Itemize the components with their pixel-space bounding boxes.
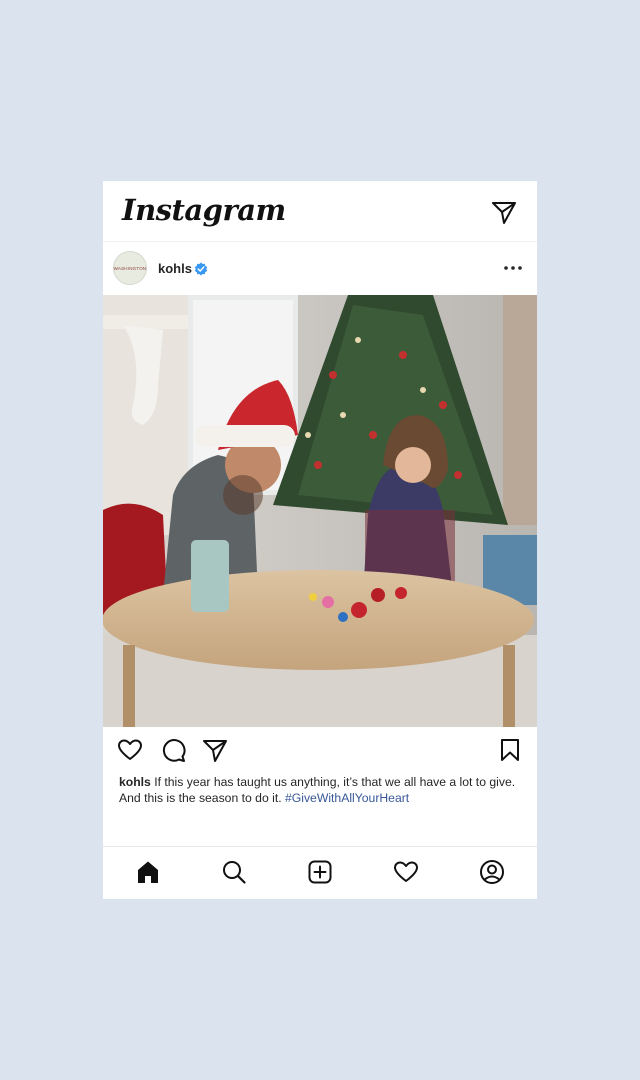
instagram-post-frame: Instagram WASHINGTON kohls kohls If this… bbox=[103, 181, 537, 899]
post-image[interactable] bbox=[103, 295, 537, 727]
comment-icon[interactable] bbox=[160, 737, 186, 763]
paper-plane-icon[interactable] bbox=[491, 199, 517, 225]
hashtag-link[interactable]: #GiveWithAllYourHeart bbox=[285, 791, 409, 805]
post-header: WASHINGTON kohls bbox=[103, 242, 537, 295]
home-icon[interactable] bbox=[135, 859, 161, 885]
post-actions bbox=[103, 727, 537, 771]
share-icon[interactable] bbox=[202, 737, 228, 763]
instagram-logo: Instagram bbox=[122, 193, 286, 227]
verified-badge-icon bbox=[194, 262, 208, 276]
plus-square-icon[interactable] bbox=[307, 859, 333, 885]
top-bar: Instagram bbox=[103, 181, 537, 242]
avatar[interactable]: WASHINGTON bbox=[113, 251, 147, 285]
search-icon[interactable] bbox=[221, 859, 247, 885]
bookmark-icon[interactable] bbox=[497, 737, 523, 763]
bottom-nav bbox=[103, 846, 537, 899]
profile-icon[interactable] bbox=[479, 859, 505, 885]
activity-heart-icon[interactable] bbox=[393, 859, 419, 885]
heart-icon[interactable] bbox=[117, 737, 143, 763]
username[interactable]: kohls bbox=[158, 261, 192, 276]
more-options-icon[interactable] bbox=[501, 260, 525, 276]
post-caption: kohls If this year has taught us anythin… bbox=[119, 775, 523, 806]
avatar-text: WASHINGTON bbox=[113, 265, 147, 271]
caption-username[interactable]: kohls bbox=[119, 775, 151, 789]
